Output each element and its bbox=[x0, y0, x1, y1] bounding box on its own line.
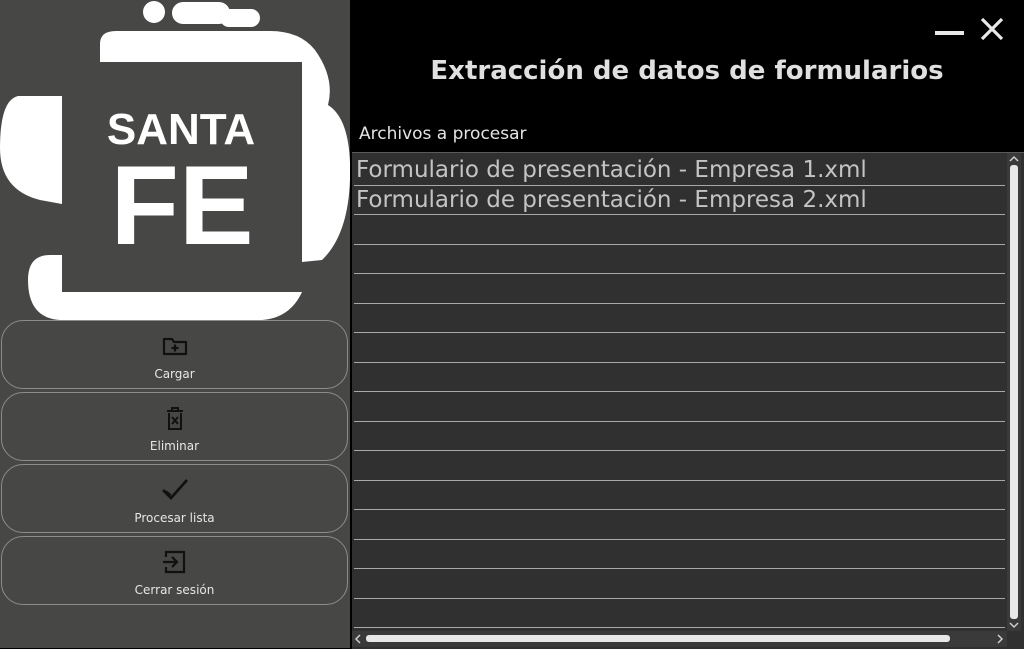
cerrar-sesion-label: Cerrar sesión bbox=[134, 583, 215, 597]
scroll-left-icon[interactable] bbox=[353, 634, 363, 644]
files-label: Archivos a procesar bbox=[359, 124, 527, 144]
checkmark-icon bbox=[161, 479, 188, 501]
procesar-lista-label: Procesar lista bbox=[134, 511, 215, 525]
empty-row bbox=[354, 451, 1005, 481]
empty-row bbox=[354, 422, 1005, 451]
procesar-lista-button[interactable]: Procesar lista bbox=[1, 464, 348, 533]
scroll-up-icon[interactable] bbox=[1009, 154, 1019, 164]
sidebar: SANTA FE Cargar Eliminar Procesar lista … bbox=[0, 0, 350, 648]
vertical-scroll-thumb[interactable] bbox=[1010, 165, 1018, 619]
empty-row bbox=[354, 304, 1005, 333]
trash-icon bbox=[166, 407, 183, 430]
files-rows: Formulario de presentación - Empresa 1.x… bbox=[354, 156, 1005, 628]
empty-row bbox=[354, 274, 1005, 304]
empty-row bbox=[354, 569, 1005, 599]
logo-text-fe: FE bbox=[110, 143, 253, 268]
empty-row bbox=[354, 363, 1005, 392]
main-panel: Extracción de datos de formularios Archi… bbox=[350, 0, 1024, 649]
list-item[interactable]: Formulario de presentación - Empresa 2.x… bbox=[354, 186, 1005, 215]
empty-row bbox=[354, 333, 1005, 363]
empty-row bbox=[354, 392, 1005, 422]
list-item[interactable]: Formulario de presentación - Empresa 1.x… bbox=[354, 156, 1005, 186]
empty-row bbox=[354, 540, 1005, 569]
scroll-down-icon[interactable] bbox=[1009, 620, 1019, 630]
files-list[interactable]: Formulario de presentación - Empresa 1.x… bbox=[352, 152, 1024, 649]
close-icon[interactable] bbox=[977, 14, 1007, 44]
horizontal-scroll-thumb[interactable] bbox=[366, 635, 950, 642]
horizontal-scrollbar[interactable] bbox=[352, 631, 1007, 647]
eliminar-button[interactable]: Eliminar bbox=[1, 392, 348, 461]
scroll-right-icon[interactable] bbox=[995, 634, 1005, 644]
cargar-label: Cargar bbox=[154, 367, 195, 381]
logout-icon bbox=[162, 550, 185, 574]
cargar-button[interactable]: Cargar bbox=[1, 320, 348, 389]
empty-row bbox=[354, 215, 1005, 245]
minimize-icon[interactable] bbox=[934, 14, 964, 44]
vertical-scrollbar[interactable] bbox=[1007, 153, 1021, 631]
empty-row bbox=[354, 481, 1005, 510]
folder-plus-icon bbox=[162, 337, 187, 356]
empty-row bbox=[354, 245, 1005, 274]
eliminar-label: Eliminar bbox=[149, 439, 200, 453]
empty-row bbox=[354, 510, 1005, 540]
empty-row bbox=[354, 599, 1005, 628]
cerrar-sesion-button[interactable]: Cerrar sesión bbox=[1, 536, 348, 605]
page-title: Extracción de datos de formularios bbox=[430, 56, 944, 86]
santa-fe-logo: SANTA FE bbox=[0, 1, 350, 320]
